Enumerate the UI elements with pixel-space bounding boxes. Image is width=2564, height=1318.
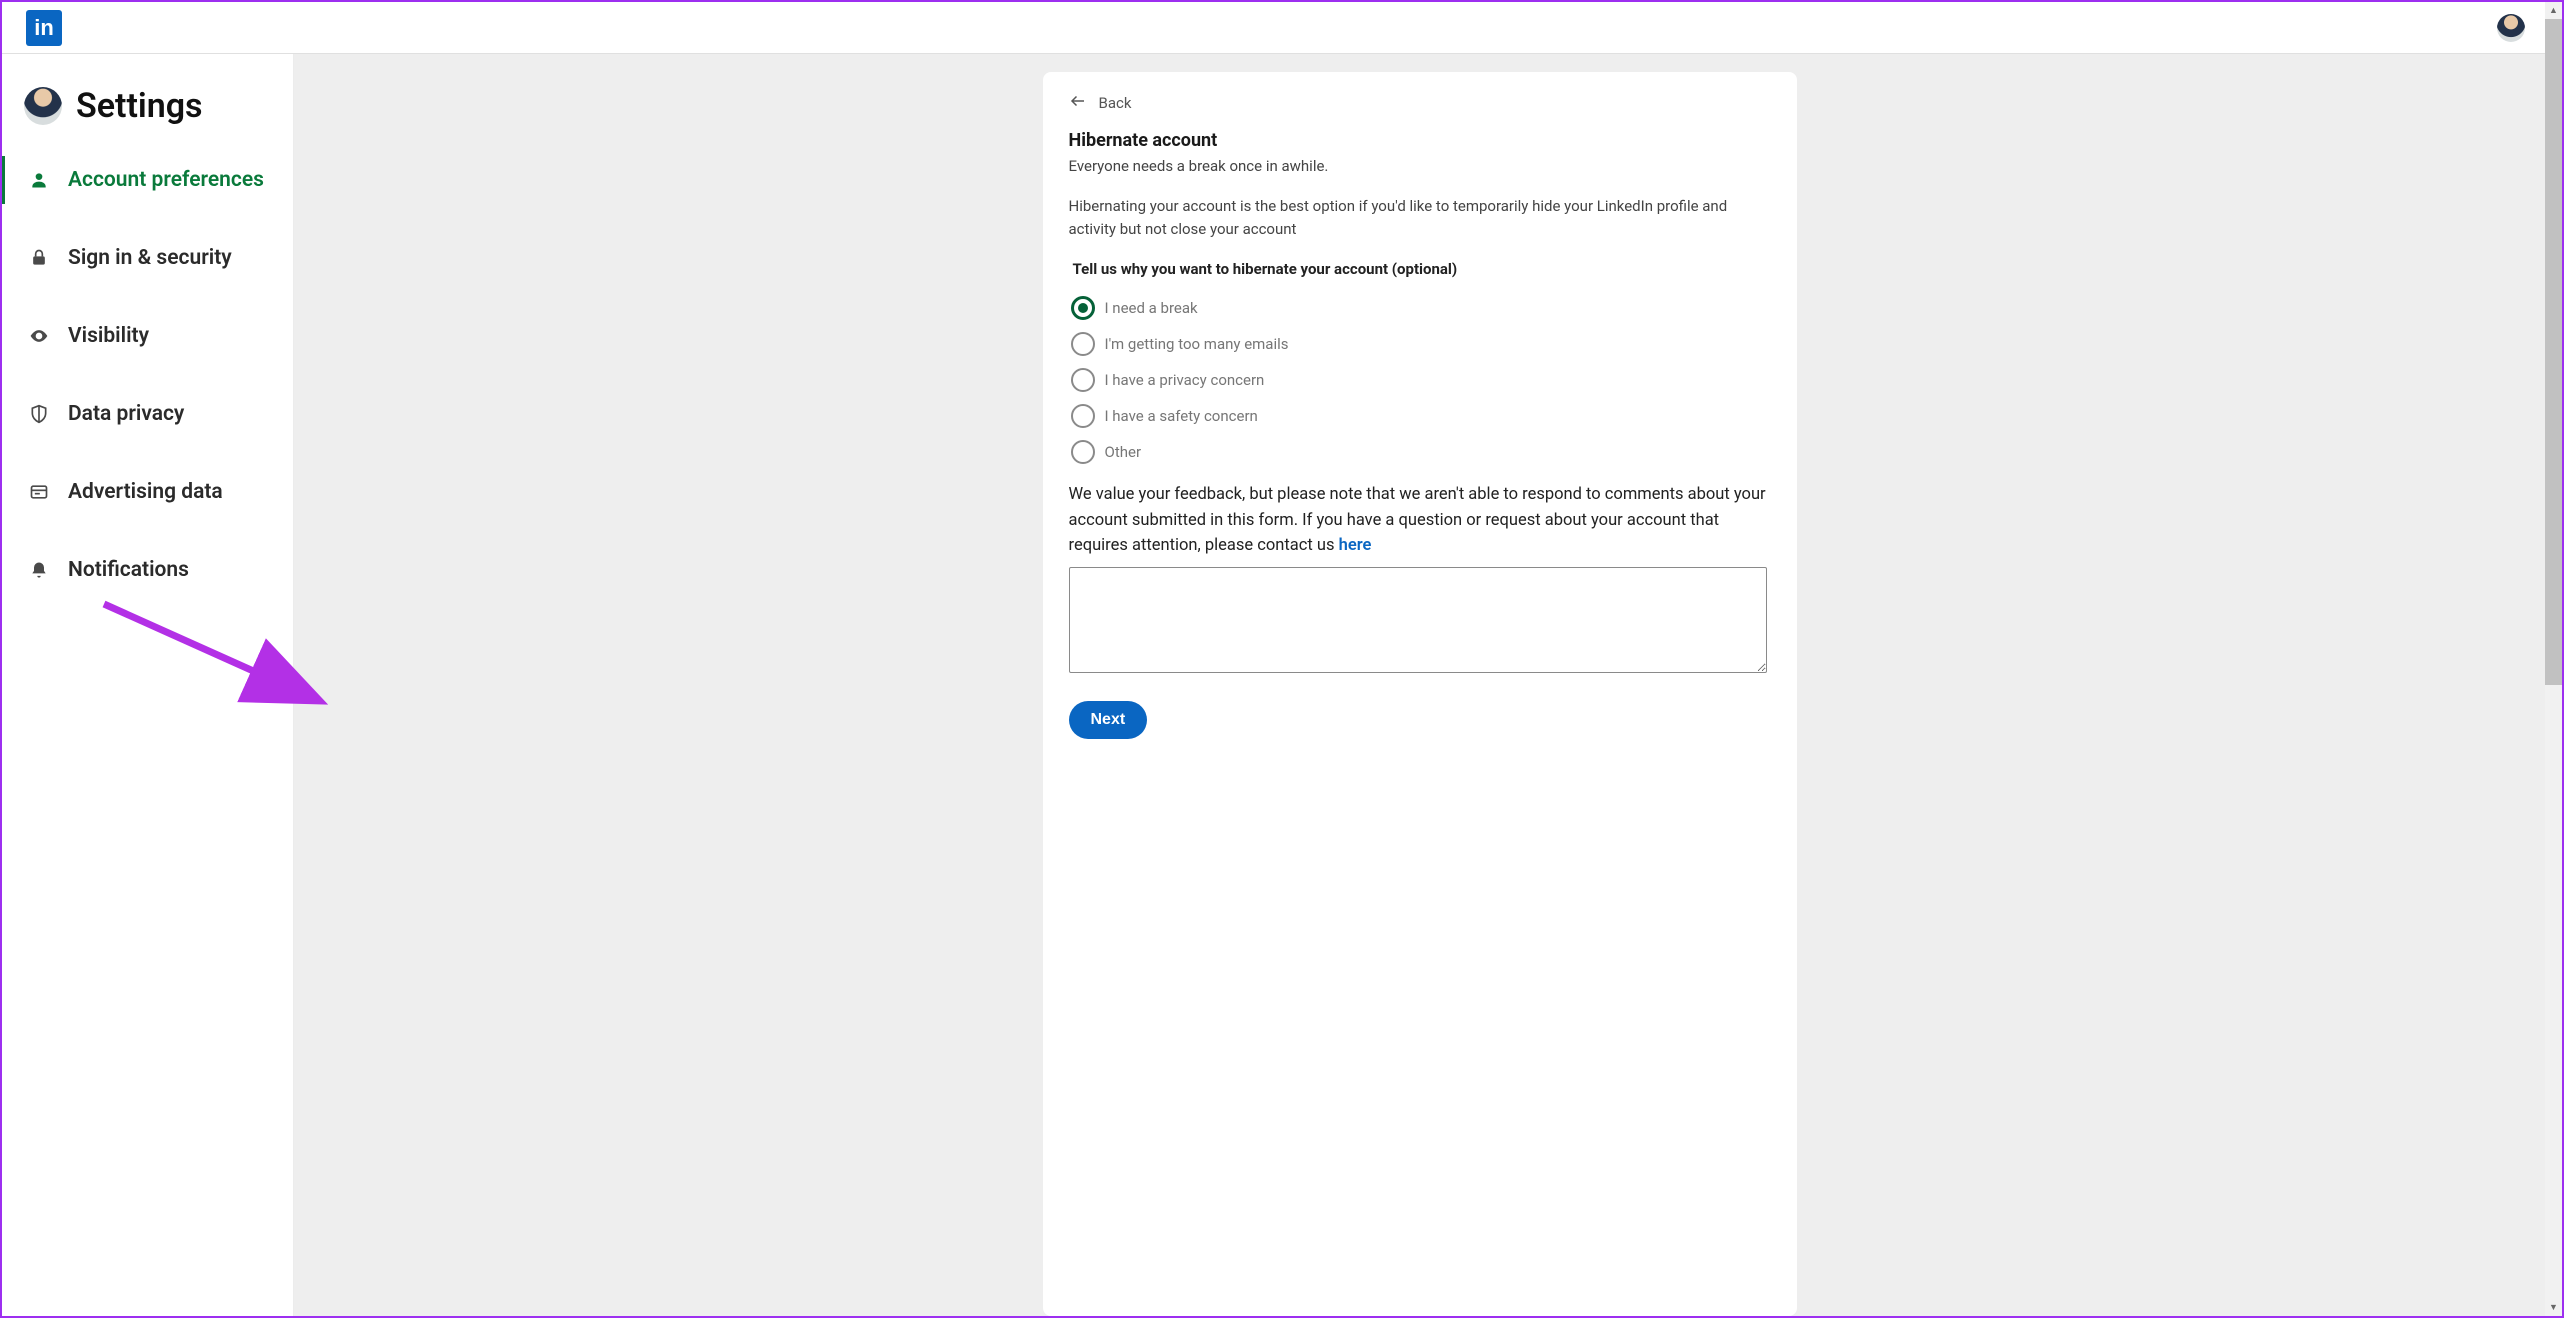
reason-prompt: Tell us why you want to hibernate your a…: [1073, 260, 1771, 278]
linkedin-logo[interactable]: in: [26, 10, 62, 46]
eye-icon: [28, 325, 50, 347]
option-safety-concern[interactable]: I have a safety concern: [1071, 404, 1771, 428]
card-subline: Everyone needs a break once in awhile.: [1069, 157, 1771, 175]
option-label: I have a privacy concern: [1105, 371, 1265, 389]
next-button[interactable]: Next: [1069, 701, 1148, 739]
page-title: Settings: [76, 86, 203, 126]
option-label: I have a safety concern: [1105, 407, 1258, 425]
feedback-text: We value your feedback, but please note …: [1069, 485, 1766, 555]
reason-options: I need a break I'm getting too many emai…: [1071, 296, 1771, 464]
arrow-left-icon: [1069, 92, 1087, 114]
bell-icon: [28, 559, 50, 581]
person-icon: [28, 169, 50, 191]
lock-icon: [28, 247, 50, 269]
sidebar-item-label: Account preferences: [68, 168, 264, 192]
ad-icon: [28, 481, 50, 503]
sidebar-item-label: Visibility: [68, 324, 149, 348]
option-too-many-emails[interactable]: I'm getting too many emails: [1071, 332, 1771, 356]
contact-link[interactable]: here: [1339, 536, 1372, 555]
radio-icon: [1071, 296, 1095, 320]
sidebar-item-advertising-data[interactable]: Advertising data: [2, 466, 293, 518]
back-button[interactable]: Back: [1069, 92, 1771, 114]
main-area: Back Hibernate account Everyone needs a …: [294, 54, 2545, 1316]
card-heading: Hibernate account: [1069, 130, 1771, 151]
shield-icon: [28, 403, 50, 425]
option-other[interactable]: Other: [1071, 440, 1771, 464]
avatar[interactable]: [2497, 14, 2525, 42]
radio-icon: [1071, 440, 1095, 464]
back-label: Back: [1099, 94, 1132, 112]
sidebar-item-data-privacy[interactable]: Data privacy: [2, 388, 293, 440]
top-header: in: [2, 2, 2545, 54]
scroll-up-icon[interactable]: ▲: [2545, 2, 2562, 19]
option-need-a-break[interactable]: I need a break: [1071, 296, 1771, 320]
radio-icon: [1071, 332, 1095, 356]
hibernate-card: Back Hibernate account Everyone needs a …: [1043, 72, 1797, 1316]
option-label: I'm getting too many emails: [1105, 335, 1289, 353]
feedback-note: We value your feedback, but please note …: [1069, 482, 1771, 559]
vertical-scrollbar[interactable]: ▲ ▼: [2545, 2, 2562, 1316]
settings-sidebar: Settings Account preferences Sign in & s…: [2, 54, 294, 1316]
sidebar-item-notifications[interactable]: Notifications: [2, 544, 293, 596]
scroll-thumb[interactable]: [2545, 19, 2562, 685]
feedback-textarea[interactable]: [1069, 567, 1767, 673]
linkedin-logo-text: in: [34, 15, 54, 41]
sidebar-item-label: Sign in & security: [68, 246, 232, 270]
option-privacy-concern[interactable]: I have a privacy concern: [1071, 368, 1771, 392]
sidebar-item-label: Notifications: [68, 558, 189, 582]
radio-icon: [1071, 368, 1095, 392]
sidebar-item-account-preferences[interactable]: Account preferences: [2, 154, 293, 206]
sidebar-item-label: Data privacy: [68, 402, 184, 426]
option-label: I need a break: [1105, 299, 1198, 317]
sidebar-item-visibility[interactable]: Visibility: [2, 310, 293, 362]
scroll-track[interactable]: [2545, 19, 2562, 1299]
sidebar-item-sign-in-security[interactable]: Sign in & security: [2, 232, 293, 284]
card-description: Hibernating your account is the best opt…: [1069, 195, 1771, 240]
option-label: Other: [1105, 443, 1142, 461]
sidebar-item-label: Advertising data: [68, 480, 223, 504]
radio-icon: [1071, 404, 1095, 428]
scroll-down-icon[interactable]: ▼: [2545, 1299, 2562, 1316]
avatar[interactable]: [24, 87, 62, 125]
settings-title-row: Settings: [2, 76, 293, 154]
